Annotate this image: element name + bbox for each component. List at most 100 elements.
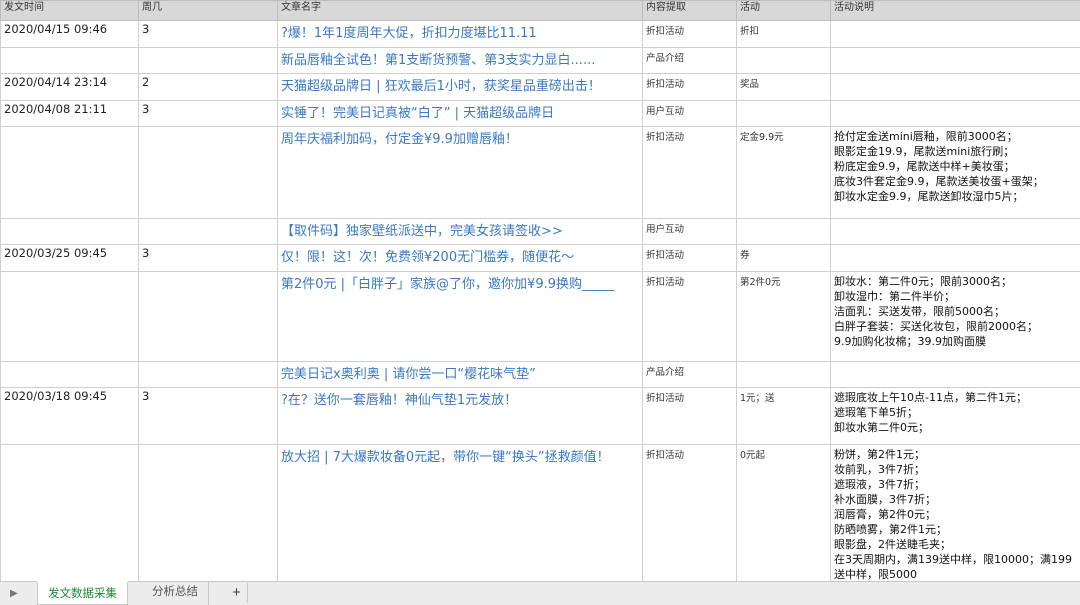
article-title-cell[interactable]: 完美日记x奥利奥 | 请你尝一口“樱花味气垫” bbox=[277, 361, 643, 388]
article-title-cell[interactable]: ?爆！1年1度周年大促，折扣力度堪比11.11 bbox=[277, 20, 643, 48]
weekday-cell[interactable]: 3 bbox=[138, 387, 278, 445]
tab-data-collection[interactable]: 发文数据采集 bbox=[37, 581, 128, 605]
weekday-cell[interactable] bbox=[138, 444, 278, 581]
activity-cell[interactable]: 定金9.9元 bbox=[736, 126, 831, 219]
weekday-cell[interactable]: 3 bbox=[138, 20, 278, 48]
activity-cell[interactable] bbox=[736, 361, 831, 388]
article-title-cell[interactable]: 【取件码】独家壁纸派送中，完美女孩请签收>> bbox=[277, 218, 643, 245]
column-header[interactable]: 活动说明 bbox=[830, 0, 1080, 21]
content-type-cell[interactable]: 折扣活动 bbox=[642, 444, 737, 581]
article-title-cell[interactable]: 第2件0元 |「白胖子」家族@了你，邀你加¥9.9换购_____ bbox=[277, 271, 643, 362]
description-line: 遮瑕液，3件7折； bbox=[834, 478, 925, 491]
content-type-cell[interactable]: 产品介绍 bbox=[642, 47, 737, 74]
description-line: 底妆3件套定金9.9，尾款送美妆蛋+蛋架； bbox=[834, 175, 1044, 188]
activity-cell[interactable]: 奖品 bbox=[736, 73, 831, 101]
spreadsheet-grid[interactable]: 发文时间 周几 文章名字 内容提取 活动 活动说明 2020/04/15 09:… bbox=[0, 0, 1080, 581]
description-line: 润唇膏，第2件0元； bbox=[834, 508, 936, 521]
content-type-cell[interactable]: 产品介绍 bbox=[642, 361, 737, 388]
description-line: 粉底定金9.9，尾款送中样+美妆蛋； bbox=[834, 160, 1015, 173]
activity-cell[interactable] bbox=[736, 47, 831, 74]
publish-time-cell[interactable] bbox=[0, 361, 139, 388]
publish-time-cell[interactable] bbox=[0, 218, 139, 245]
description-line: 眼影定金19.9，尾款送mini旅行刷； bbox=[834, 145, 1015, 158]
weekday-cell[interactable]: 3 bbox=[138, 100, 278, 127]
description-line: 在3天周期内，满139送中样，限10000；满199 bbox=[834, 553, 1072, 566]
content-type-cell[interactable]: 折扣活动 bbox=[642, 73, 737, 101]
activity-description-cell[interactable]: 粉饼，第2件1元； 妆前乳，3件7折； 遮瑕液，3件7折； 补水面膜，3件7折； 润唇膏… bbox=[830, 444, 1080, 581]
tab-analysis-summary[interactable]: 分析总结 bbox=[142, 581, 209, 605]
activity-description-cell[interactable] bbox=[830, 361, 1080, 388]
column-header[interactable]: 周几 bbox=[138, 0, 278, 21]
description-line: 洁面乳：买送发带，限前5000名； bbox=[834, 305, 1005, 318]
activity-description-cell[interactable] bbox=[830, 47, 1080, 74]
data-table: 发文时间 周几 文章名字 内容提取 活动 活动说明 2020/04/15 09:… bbox=[0, 0, 1080, 581]
publish-time-cell[interactable]: 2020/04/14 23:14 bbox=[0, 73, 139, 101]
description-line: 遮瑕底妆上午10点-11点，第二件1元； bbox=[834, 391, 1027, 404]
activity-cell[interactable]: 第2件0元 bbox=[736, 271, 831, 362]
activity-description-cell[interactable] bbox=[830, 73, 1080, 101]
description-line: 卸妆水第二件0元； bbox=[834, 421, 929, 434]
description-line: 卸妆湿巾：第二件半价； bbox=[834, 290, 955, 303]
publish-time-cell[interactable]: 2020/03/25 09:45 bbox=[0, 244, 139, 272]
activity-description-cell[interactable]: 遮瑕底妆上午10点-11点，第二件1元； 遮瑕笔下单5折； 卸妆水第二件0元； bbox=[830, 387, 1080, 445]
publish-time-cell[interactable]: 2020/04/08 21:11 bbox=[0, 100, 139, 127]
weekday-cell[interactable] bbox=[138, 47, 278, 74]
column-header[interactable]: 内容提取 bbox=[642, 0, 737, 21]
weekday-cell[interactable]: 3 bbox=[138, 244, 278, 272]
weekday-cell[interactable] bbox=[138, 271, 278, 362]
activity-description-cell[interactable] bbox=[830, 218, 1080, 245]
weekday-cell[interactable] bbox=[138, 126, 278, 219]
table-row: 新品唇釉全试色！第1支断货预警、第3支实力显白...... 产品介绍 bbox=[0, 47, 1080, 74]
content-type-cell[interactable]: 用户互动 bbox=[642, 100, 737, 127]
activity-description-cell[interactable] bbox=[830, 20, 1080, 48]
add-sheet-button[interactable]: + bbox=[226, 583, 248, 603]
content-type-cell[interactable]: 折扣活动 bbox=[642, 20, 737, 48]
sheet-tab-bar: ▶ 发文数据采集 分析总结 + bbox=[0, 581, 1080, 605]
content-type-cell[interactable]: 用户互动 bbox=[642, 218, 737, 245]
publish-time-cell[interactable] bbox=[0, 47, 139, 74]
description-line: 白胖子套装：买送化妆包，限前2000名； bbox=[834, 320, 1038, 333]
activity-cell[interactable] bbox=[736, 100, 831, 127]
sheet-nav-arrow-icon[interactable]: ▶ bbox=[10, 588, 18, 599]
publish-time-cell[interactable]: 2020/04/15 09:46 bbox=[0, 20, 139, 48]
activity-description-cell[interactable]: 卸妆水：第二件0元；限前3000名； 卸妆湿巾：第二件半价； 洁面乳：买送发带，限前… bbox=[830, 271, 1080, 362]
table-row: 周年庆福利加码，付定金¥9.9加赠唇釉！ 折扣活动 定金9.9元 抢付定金送mini唇… bbox=[0, 126, 1080, 219]
content-type-cell[interactable]: 折扣活动 bbox=[642, 271, 737, 362]
activity-description-cell[interactable]: 抢付定金送mini唇釉，限前3000名； 眼影定金19.9，尾款送mini旅行刷；… bbox=[830, 126, 1080, 219]
article-title-cell[interactable]: 天猫超级品牌日 | 狂欢最后1小时，获奖星品重磅出击！ bbox=[277, 73, 643, 101]
column-header[interactable]: 活动 bbox=[736, 0, 831, 21]
description-line: 抢付定金送mini唇釉，限前3000名； bbox=[834, 130, 1018, 143]
weekday-cell[interactable] bbox=[138, 361, 278, 388]
activity-cell[interactable]: 券 bbox=[736, 244, 831, 272]
activity-description-cell[interactable] bbox=[830, 100, 1080, 127]
publish-time-cell[interactable] bbox=[0, 444, 139, 581]
content-type-cell[interactable]: 折扣活动 bbox=[642, 244, 737, 272]
publish-time-cell[interactable] bbox=[0, 126, 139, 219]
activity-cell[interactable]: 1元；送 bbox=[736, 387, 831, 445]
publish-time-cell[interactable] bbox=[0, 271, 139, 362]
table-row: 2020/04/14 23:14 2 天猫超级品牌日 | 狂欢最后1小时，获奖星品重… bbox=[0, 73, 1080, 101]
content-type-cell[interactable]: 折扣活动 bbox=[642, 126, 737, 219]
column-header[interactable]: 文章名字 bbox=[277, 0, 643, 21]
article-title-cell[interactable]: 实锤了！完美日记真被“白了” | 天猫超级品牌日 bbox=[277, 100, 643, 127]
description-line: 9.9加购化妆棉；39.9加购面膜 bbox=[834, 335, 986, 348]
activity-cell[interactable]: 折扣 bbox=[736, 20, 831, 48]
content-type-cell[interactable]: 折扣活动 bbox=[642, 387, 737, 445]
column-header[interactable]: 发文时间 bbox=[0, 0, 139, 21]
description-line: 妆前乳，3件7折； bbox=[834, 463, 925, 476]
article-title-cell[interactable]: 仅！限！这！次！免费领¥200无门槛券，随便花～ bbox=[277, 244, 643, 272]
weekday-cell[interactable] bbox=[138, 218, 278, 245]
article-title-cell[interactable]: 新品唇釉全试色！第1支断货预警、第3支实力显白...... bbox=[277, 47, 643, 74]
article-title-cell[interactable]: 周年庆福利加码，付定金¥9.9加赠唇釉！ bbox=[277, 126, 643, 219]
table-row: 完美日记x奥利奥 | 请你尝一口“樱花味气垫” 产品介绍 bbox=[0, 361, 1080, 388]
activity-description-cell[interactable] bbox=[830, 244, 1080, 272]
header-row: 发文时间 周几 文章名字 内容提取 活动 活动说明 bbox=[0, 0, 1080, 21]
description-line: 卸妆水定金9.9，尾款送卸妆湿巾5片； bbox=[834, 190, 1024, 203]
description-line: 卸妆水：第二件0元；限前3000名； bbox=[834, 275, 1012, 288]
activity-cell[interactable]: 0元起 bbox=[736, 444, 831, 581]
publish-time-cell[interactable]: 2020/03/18 09:45 bbox=[0, 387, 139, 445]
weekday-cell[interactable]: 2 bbox=[138, 73, 278, 101]
activity-cell[interactable] bbox=[736, 218, 831, 245]
article-title-cell[interactable]: 放大招 | 7大爆款妆备0元起，带你一键“换头”拯救颜值！ bbox=[277, 444, 643, 581]
article-title-cell[interactable]: ?在？送你一套唇釉！神仙气垫1元发放！ bbox=[277, 387, 643, 445]
